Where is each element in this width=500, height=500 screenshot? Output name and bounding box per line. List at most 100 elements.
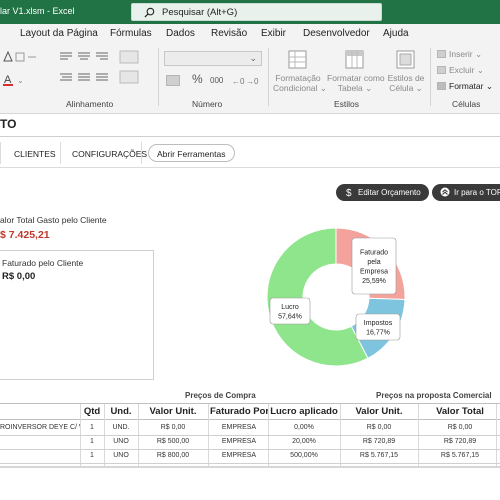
group-alinhamento-label: Alinhamento: [66, 99, 114, 109]
table-cell[interactable]: ROINVERSOR DEYE C/ WI: [0, 421, 80, 435]
cell-styles-line2: Célula ⌄: [389, 83, 423, 93]
cell-styles-icon[interactable]: [396, 50, 416, 70]
table-cell[interactable]: [0, 435, 80, 449]
table-cell[interactable]: R$ 720,89: [420, 435, 500, 449]
tab-layout-pagina[interactable]: Layout da Página: [20, 28, 98, 39]
title-divider: [0, 136, 500, 137]
table-cell[interactable]: UNO: [106, 435, 136, 449]
font-color-icon: A ⌄: [3, 74, 24, 86]
tab-revisao[interactable]: Revisão: [211, 28, 247, 39]
window-title: lar V1.xlsm - Excel: [0, 6, 75, 16]
table-cell[interactable]: EMPRESA: [210, 435, 268, 449]
title-bar: lar V1.xlsm - Excel Pesquisar (Alt+G): [0, 0, 500, 24]
precos-proposta-header: Preços na proposta Comercial: [376, 391, 492, 400]
editar-orcamento-button[interactable]: $ Editar Orçamento: [336, 184, 429, 201]
abrir-ferramentas-button[interactable]: Abrir Ferramentas: [148, 144, 235, 162]
table-cell[interactable]: UND.: [106, 421, 136, 435]
currency-format-icon[interactable]: [166, 75, 180, 86]
tab-ajuda[interactable]: Ajuda: [383, 28, 409, 39]
label-faturado-text: 25,59%: [362, 278, 386, 285]
format-cells-icon: [437, 82, 446, 90]
format-cells-button[interactable]: Formatar ⌄: [449, 81, 493, 91]
svg-text:$: $: [346, 188, 352, 197]
alignment-icons: [60, 50, 139, 84]
search-icon: [144, 7, 155, 18]
table-cell[interactable]: 500,00%: [270, 449, 338, 463]
conditional-formatting-button[interactable]: Formatação Condicional ⌄: [273, 73, 327, 93]
label-faturado-text: Faturado: [360, 250, 388, 257]
faturado-card: Faturado pelo Cliente R$ 0,00: [0, 250, 154, 380]
sheet-navbar: CLIENTES CONFIGURAÇÕES Abrir Ferramentas: [0, 138, 500, 168]
label-impostos-text: Impostos: [364, 320, 393, 327]
cell-styles-line1: Estilos de: [387, 73, 425, 83]
table-cell[interactable]: R$ 0,00: [140, 421, 206, 435]
table-cell[interactable]: R$ 5.767,15: [342, 449, 416, 463]
col-header-valor-unit-proposta: Valor Unit.: [355, 406, 403, 417]
col-header-und: Und.: [110, 406, 132, 417]
ribbon: A ⌄ Alinhamento ⌄ % 000 ←0 →0 Número For…: [0, 44, 500, 114]
nav-separator: [141, 142, 142, 164]
table-cell[interactable]: R$ 500,00: [140, 435, 206, 449]
cell-styles-button[interactable]: Estilos de Célula ⌄: [386, 73, 426, 93]
svg-text:→0: →0: [246, 77, 259, 86]
total-gasto-label: alor Total Gasto pelo Cliente: [0, 215, 107, 225]
tab-desenvolvedor[interactable]: Desenvolvedor: [303, 28, 370, 39]
svg-text:⌄: ⌄: [17, 76, 24, 85]
conditional-formatting-line1: Formatação: [275, 73, 321, 83]
label-faturado: Faturado pela Empresa 25,59%: [351, 237, 397, 295]
label-impostos: Impostos 16,77%: [355, 313, 401, 341]
insert-cells-button[interactable]: Inserir ⌄: [449, 49, 482, 59]
col-header-valor-unit-compra: Valor Unit.: [149, 406, 197, 417]
format-as-table-line2: Tabela ⌄: [337, 83, 373, 93]
sheet-title: TO: [0, 117, 17, 131]
ir-para-topo-label: Ir para o TOPO: [454, 188, 500, 197]
table-cell[interactable]: R$ 0,00: [342, 421, 416, 435]
delete-cells-button[interactable]: Excluir ⌄: [449, 65, 484, 75]
table-cell[interactable]: [0, 449, 80, 463]
group-estilos-label: Estilos: [334, 99, 360, 109]
table-cell[interactable]: R$ 800,00: [140, 449, 206, 463]
tab-dados[interactable]: Dados: [166, 28, 195, 39]
format-as-table-line1: Formatar como: [327, 73, 385, 83]
table-cell[interactable]: R$ 0,00: [420, 421, 500, 435]
conditional-formatting-icon[interactable]: [288, 50, 308, 70]
ir-para-topo-button[interactable]: Ir para o TOPO: [432, 184, 500, 201]
editar-orcamento-label: Editar Orçamento: [358, 188, 421, 197]
excel-window: lar V1.xlsm - Excel Pesquisar (Alt+G) La…: [0, 0, 500, 500]
table-cell[interactable]: 20,00%: [270, 435, 338, 449]
label-lucro: Lucro 57,64%: [269, 297, 311, 325]
precos-compra-header: Preços de Compra: [185, 391, 256, 400]
table-cell[interactable]: UNO: [106, 449, 136, 463]
comma-style-icon[interactable]: 000: [210, 76, 223, 86]
table-cell[interactable]: 1: [82, 421, 102, 435]
svg-text:←0: ←0: [232, 77, 245, 86]
nav-configuracoes[interactable]: CONFIGURAÇÕES: [72, 149, 147, 159]
number-format-dropdown[interactable]: ⌄: [164, 51, 262, 66]
ribbon-tabs: Layout da Página Fórmulas Dados Revisão …: [0, 24, 500, 44]
double-chevron-up-icon: [440, 187, 450, 197]
col-header-qtd: Qtd: [83, 406, 101, 417]
group-separator: [158, 48, 159, 106]
table-cell[interactable]: 1: [82, 449, 102, 463]
format-as-table-button[interactable]: Formatar como Tabela ⌄: [327, 73, 385, 93]
table-cell[interactable]: EMPRESA: [210, 421, 268, 435]
nav-clientes[interactable]: CLIENTES: [14, 149, 56, 159]
table-cell[interactable]: EMPRESA: [210, 449, 268, 463]
faturado-label: Faturado pelo Cliente: [2, 258, 84, 268]
lucro-donut-chart: Faturado pela Empresa 25,59% Impostos 16,77% L…: [266, 227, 406, 367]
search-placeholder: Pesquisar (Alt+G): [162, 7, 238, 18]
table-cell[interactable]: R$ 5.767,15: [420, 449, 500, 463]
decimal-places-icon[interactable]: ←0 →0: [232, 74, 260, 88]
table-cell[interactable]: R$ 720,89: [342, 435, 416, 449]
percent-style-icon[interactable]: %: [192, 73, 203, 85]
sheet-area: TO CLIENTES CONFIGURAÇÕES Abrir Ferramen…: [0, 114, 500, 500]
tab-exibir[interactable]: Exibir: [261, 28, 286, 39]
tab-formulas[interactable]: Fórmulas: [110, 28, 152, 39]
format-as-table-icon[interactable]: [345, 50, 365, 70]
insert-cells-icon: [437, 50, 446, 58]
table-cell[interactable]: 0,00%: [270, 421, 338, 435]
table-cell[interactable]: 1: [82, 435, 102, 449]
search-box[interactable]: Pesquisar (Alt+G): [131, 3, 382, 21]
col-header-valor-total: Valor Total: [436, 406, 484, 417]
label-impostos-text: 16,77%: [366, 330, 390, 337]
